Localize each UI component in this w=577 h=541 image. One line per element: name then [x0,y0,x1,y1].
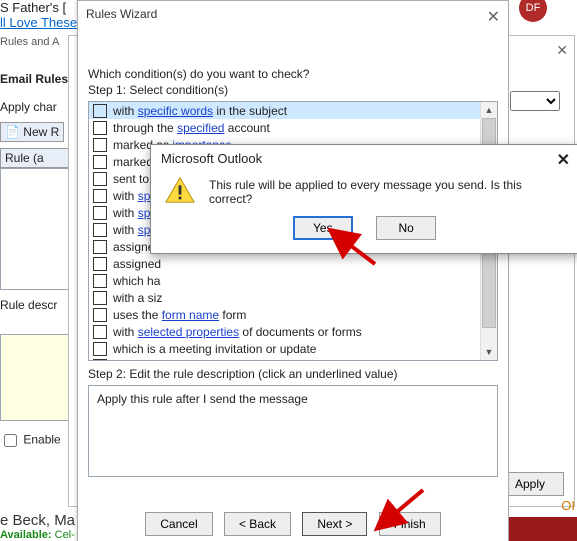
bg-rules-line: Rules and A [0,36,77,48]
condition-checkbox[interactable] [93,138,107,152]
rules-wizard-dialog: Rules Wizard ✕ Which condition(s) do you… [77,0,509,541]
condition-text: with selected properties of documents or… [113,325,362,339]
condition-text: uses the form name form [113,308,246,322]
condition-checkbox[interactable] [93,121,107,135]
options-dropdown[interactable] [510,91,560,111]
condition-checkbox[interactable] [93,308,107,322]
wizard-question: Which condition(s) do you want to check? [88,67,498,81]
enable-checkbox-row: Enable [0,431,77,450]
confirm-dialog: Microsoft Outlook ✕ This rule will be ap… [150,144,577,254]
new-rule-button[interactable]: 📄 New R [0,122,64,142]
rule-description-box[interactable]: Apply this rule after I send the message [88,385,498,477]
scroll-up-icon[interactable]: ▲ [482,102,496,118]
avatar[interactable]: DF [519,0,547,22]
condition-checkbox[interactable] [93,223,107,237]
bg-bottom: e Beck, Ma Available: Cel- [0,512,75,541]
scroll-down-icon[interactable]: ▼ [482,344,496,360]
confirm-titlebar: Microsoft Outlook ✕ [151,145,577,170]
close-icon[interactable]: ✕ [557,150,570,170]
next-button[interactable]: Next > [302,512,367,536]
rule-descr-label: Rule descr [0,298,77,312]
condition-checkbox[interactable] [93,342,107,356]
condition-row[interactable]: with selected properties of documents or… [89,323,481,340]
rule-column-header: Rule (a [0,148,77,168]
condition-checkbox[interactable] [93,359,107,361]
confirm-title: Microsoft Outlook [161,151,262,166]
bg-tab-title: S Father's [ [0,0,77,15]
condition-row[interactable]: uses the form name form [89,306,481,323]
background-tab-area: S Father's [ ll Love These Rules and A [0,0,77,48]
condition-checkbox[interactable] [93,257,107,271]
condition-link[interactable]: specific words [138,104,213,118]
condition-link[interactable]: form name [162,308,219,322]
bg-subtitle-link[interactable]: ll Love These [0,15,77,30]
condition-text: from RSS Feeds with specified text in th… [113,359,354,361]
condition-row[interactable]: which is a meeting invitation or update [89,340,481,357]
availability-label: Available: [0,529,52,541]
yes-button[interactable]: Yes [293,216,353,240]
condition-link[interactable]: selected properties [138,325,239,339]
condition-checkbox[interactable] [93,240,107,254]
back-button[interactable]: < Back [224,512,291,536]
apply-changes-label: Apply char [0,100,77,114]
confirm-button-bar: Yes No [151,212,577,248]
rules-list-pane[interactable] [0,168,74,290]
bg-red-stripe [497,517,577,541]
condition-checkbox[interactable] [93,291,107,305]
condition-row[interactable]: assigned [89,255,481,272]
step2-label: Step 2: Edit the rule description (click… [88,367,498,381]
close-icon[interactable]: ✕ [556,42,568,59]
condition-text: with a siz [113,291,162,305]
wizard-button-bar: Cancel < Back Next > Finish [78,512,508,536]
wizard-titlebar: Rules Wizard ✕ [78,1,508,25]
cancel-button[interactable]: Cancel [145,512,212,536]
bg-or-text: OI [561,498,575,513]
confirm-text: This rule will be applied to every messa… [209,176,564,206]
condition-row[interactable]: through the specified account [89,119,481,136]
condition-checkbox[interactable] [93,104,107,118]
condition-text: which is a meeting invitation or update [113,342,316,356]
wizard-title: Rules Wizard [86,7,157,21]
close-icon[interactable]: ✕ [487,7,500,27]
rule-description-text: Apply this rule after I send the message [97,392,308,406]
condition-checkbox[interactable] [93,325,107,339]
condition-checkbox[interactable] [93,274,107,288]
condition-link[interactable]: specified [177,121,224,135]
condition-row[interactable]: which ha [89,272,481,289]
availability-value: Cel- [52,529,75,541]
person-name: e Beck, Ma [0,512,75,529]
bg-left-panel: Email Rules Apply char 📄 New R Rule (a R… [0,60,77,450]
condition-text: assigned [113,257,161,271]
rule-descr-pane [0,334,74,421]
step1-label: Step 1: Select condition(s) [88,83,498,97]
condition-checkbox[interactable] [93,189,107,203]
condition-row[interactable]: with specific words in the subject [89,102,481,119]
enable-label: Enable [23,433,60,447]
condition-text: with specific words in the subject [113,104,287,118]
condition-link[interactable]: specified text [230,359,300,361]
warning-icon [165,176,195,204]
email-rules-tab[interactable]: Email Rules [0,72,77,86]
condition-checkbox[interactable] [93,172,107,186]
no-button[interactable]: No [376,216,436,240]
condition-row[interactable]: with a siz [89,289,481,306]
condition-text: through the specified account [113,121,270,135]
condition-row[interactable]: from RSS Feeds with specified text in th… [89,357,481,360]
condition-checkbox[interactable] [93,206,107,220]
finish-button[interactable]: Finish [379,512,441,536]
enable-checkbox[interactable] [4,434,17,447]
condition-checkbox[interactable] [93,155,107,169]
condition-text: which ha [113,274,160,288]
